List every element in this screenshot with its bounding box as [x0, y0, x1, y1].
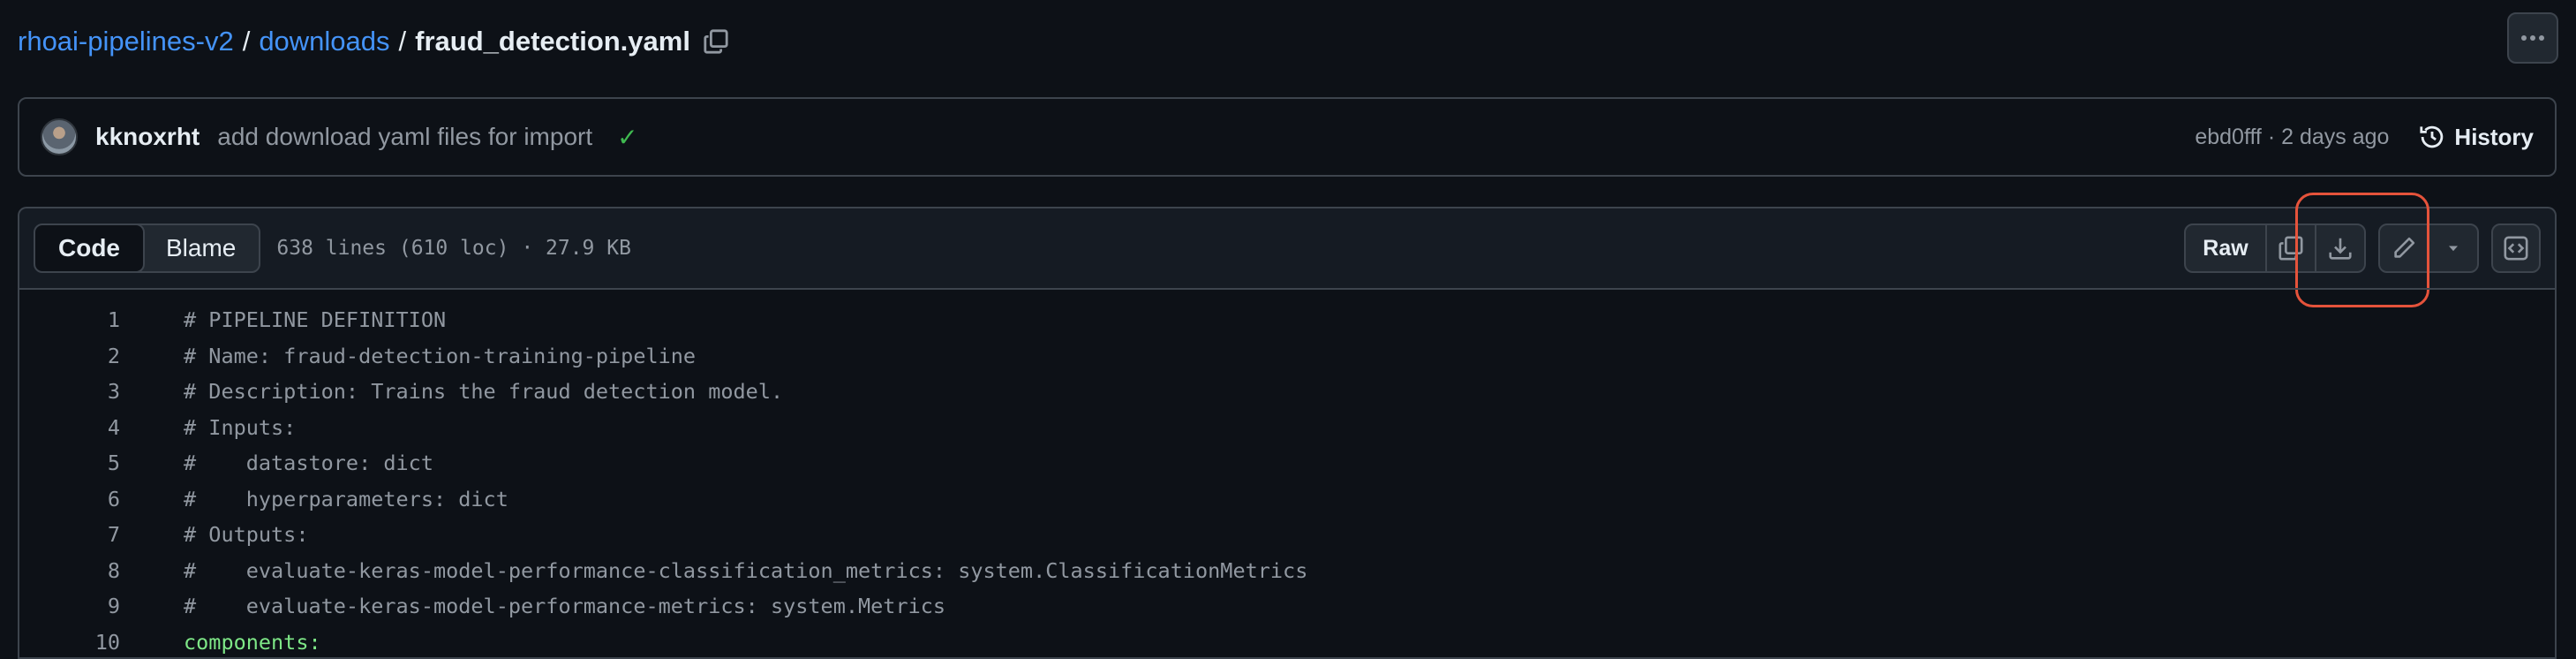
kebab-icon — [2520, 34, 2546, 42]
line-number[interactable]: 8 — [19, 558, 120, 583]
commit-meta: ebd0fff · 2 days ago History — [2195, 124, 2534, 151]
history-button[interactable]: History — [2419, 124, 2534, 151]
history-label: History — [2454, 124, 2534, 151]
tab-blame[interactable]: Blame — [143, 225, 259, 271]
line-number[interactable]: 1 — [19, 307, 120, 332]
raw-button[interactable]: Raw — [2186, 225, 2265, 271]
history-icon — [2419, 124, 2445, 150]
line-text: # Inputs: — [184, 415, 296, 440]
commit-message-link[interactable]: add download yaml files for import — [217, 123, 592, 151]
code-line: 5 # datastore: dict — [19, 445, 2555, 481]
view-toggle: Code Blame — [34, 223, 260, 273]
tab-code[interactable]: Code — [34, 223, 145, 273]
code-line: 8 # evaluate-keras-model-performance-clas… — [19, 553, 2555, 589]
code-view[interactable]: 1 # PIPELINE DEFINITION 2 # Name: fraud-de… — [18, 288, 2557, 659]
latest-commit-bar: kknoxrht add download yaml files for imp… — [18, 97, 2557, 177]
edit-options-dropdown[interactable] — [2428, 225, 2477, 271]
line-text: # PIPELINE DEFINITION — [184, 307, 446, 332]
code-square-icon — [2503, 235, 2529, 261]
code-line: 1 # PIPELINE DEFINITION — [19, 302, 2555, 338]
commit-author-link[interactable]: kknoxrht — [95, 123, 200, 151]
line-number[interactable]: 4 — [19, 415, 120, 440]
code-line: 2 # Name: fraud-detection-training-pipeli… — [19, 338, 2555, 375]
copy-icon — [2278, 235, 2304, 261]
raw-copy-download-group: Raw — [2184, 223, 2366, 273]
download-icon — [2327, 235, 2354, 261]
code-line: 4 # Inputs: — [19, 410, 2555, 446]
download-raw-button[interactable] — [2315, 225, 2364, 271]
code-line: 3 # Description: Trains the fraud detecti… — [19, 374, 2555, 410]
line-text: # datastore: dict — [184, 451, 433, 475]
line-number[interactable]: 6 — [19, 487, 120, 511]
code-line: 10 components: — [19, 625, 2555, 659]
line-text: # hyperparameters: dict — [184, 487, 508, 511]
line-text: # evaluate-keras-model-performance-metri… — [184, 594, 945, 618]
code-line: 7 # Outputs: — [19, 517, 2555, 553]
breadcrumb-separator: / — [399, 26, 407, 57]
symbols-panel-button[interactable] — [2491, 223, 2541, 273]
breadcrumb-repo-link[interactable]: rhoai-pipelines-v2 — [18, 26, 234, 57]
line-number[interactable]: 5 — [19, 451, 120, 475]
code-line: 6 # hyperparameters: dict — [19, 481, 2555, 518]
line-number[interactable]: 2 — [19, 344, 120, 368]
edit-file-button[interactable] — [2380, 225, 2428, 271]
avatar[interactable] — [41, 118, 78, 155]
copy-path-button[interactable] — [703, 28, 729, 55]
edit-group — [2378, 223, 2479, 273]
file-meta: 638 lines (610 loc) · 27.9 KB — [276, 237, 631, 260]
line-number[interactable]: 10 — [19, 630, 120, 655]
copy-raw-button[interactable] — [2265, 225, 2315, 271]
line-number[interactable]: 7 — [19, 522, 120, 547]
line-text: components: — [184, 630, 321, 655]
file-actions: Raw — [2184, 223, 2541, 273]
breadcrumb-file-name: fraud_detection.yaml — [415, 26, 690, 57]
line-text: # evaluate-keras-model-performance-class… — [184, 558, 1307, 583]
breadcrumb: rhoai-pipelines-v2 / downloads / fraud_d… — [18, 19, 729, 64]
line-text: # Description: Trains the fraud detectio… — [184, 379, 783, 404]
check-icon[interactable]: ✓ — [617, 123, 637, 152]
breadcrumb-folder-link[interactable]: downloads — [259, 26, 389, 57]
breadcrumb-separator: / — [243, 26, 251, 57]
copy-icon — [703, 28, 729, 55]
line-text: # Name: fraud-detection-training-pipelin… — [184, 344, 696, 368]
triangle-down-icon — [2444, 239, 2462, 257]
line-text: # Outputs: — [184, 522, 308, 547]
more-options-button[interactable] — [2507, 12, 2558, 64]
commit-hash-time[interactable]: ebd0fff · 2 days ago — [2195, 125, 2389, 150]
code-line: 9 # evaluate-keras-model-performance-metr… — [19, 588, 2555, 625]
file-header: Code Blame 638 lines (610 loc) · 27.9 KB… — [18, 207, 2557, 288]
line-number[interactable]: 3 — [19, 379, 120, 404]
line-number[interactable]: 9 — [19, 594, 120, 618]
pencil-icon — [2391, 235, 2417, 261]
